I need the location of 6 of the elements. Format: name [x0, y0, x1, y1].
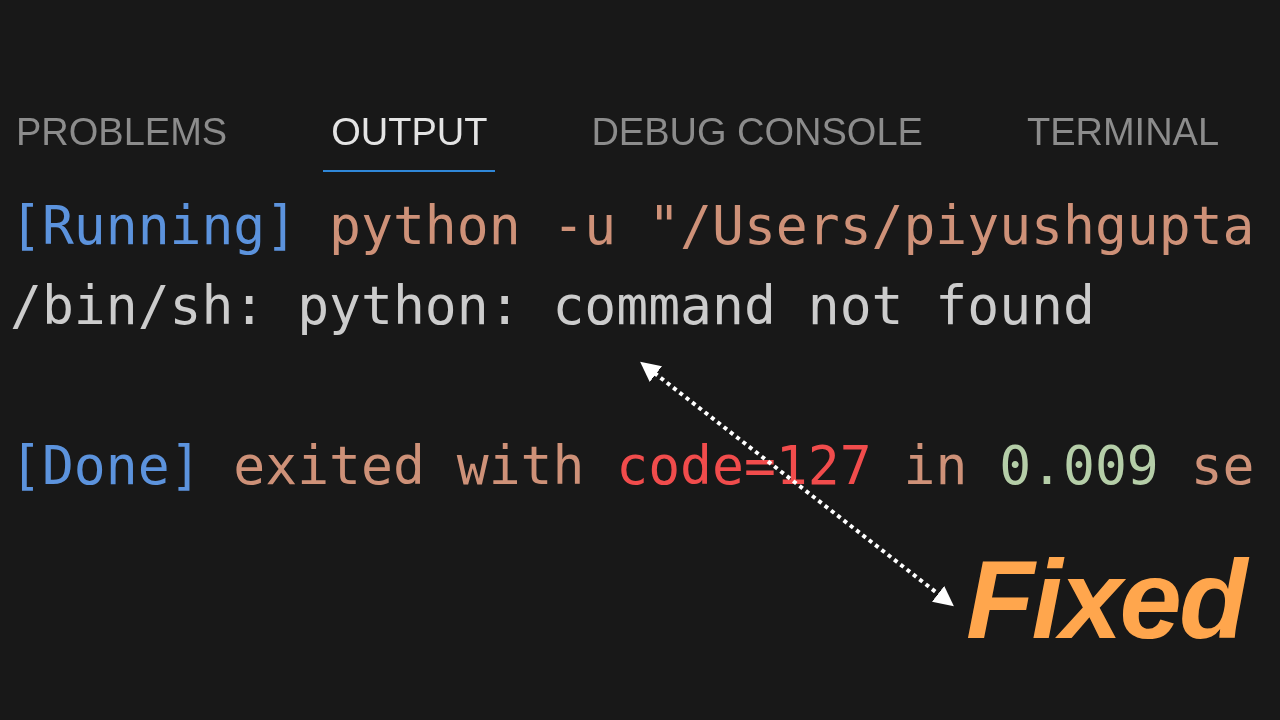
- panel-tab[interactable]: PROBLEMS: [8, 108, 236, 172]
- panel-tab[interactable]: DEBUG CONSOLE: [583, 108, 931, 172]
- panel-tab[interactable]: OUTPUT: [323, 108, 496, 172]
- output-line: [Running] python -u "/Users/piyushgupta: [10, 194, 1255, 258]
- panel-tab[interactable]: TERMINAL: [1018, 108, 1228, 172]
- output-line: /bin/sh: python: command not found: [10, 274, 1095, 338]
